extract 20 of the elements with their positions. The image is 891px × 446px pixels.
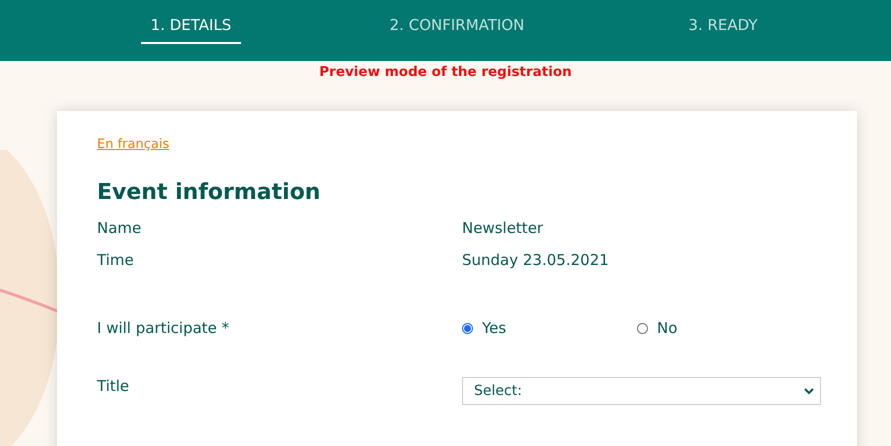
- language-link[interactable]: En français: [97, 137, 170, 152]
- info-value: Newsletter: [462, 219, 544, 237]
- radio-option[interactable]: Yes: [462, 319, 637, 337]
- field-label: I will participate *: [97, 319, 230, 337]
- step-tab[interactable]: 1. DETAILS: [140, 16, 242, 44]
- radio-label: No: [657, 319, 678, 337]
- step-tab[interactable]: 2. CONFIRMATION: [380, 16, 534, 44]
- info-label: Time: [97, 251, 135, 269]
- info-label: Name: [97, 219, 142, 237]
- step-tab[interactable]: 3. READY: [678, 16, 768, 44]
- preview-notice: Preview mode of the registration: [319, 64, 572, 80]
- info-value: Sunday 23.05.2021: [462, 251, 610, 269]
- radio-icon[interactable]: [637, 322, 648, 334]
- radio-option[interactable]: No: [637, 319, 817, 337]
- radio-label: Yes: [482, 319, 506, 337]
- section-title: Event information: [97, 180, 322, 205]
- field-label: Title: [97, 377, 130, 395]
- title-select[interactable]: Select:: [462, 377, 821, 405]
- radio-icon[interactable]: [462, 322, 473, 334]
- chevron-down-icon: [804, 388, 814, 394]
